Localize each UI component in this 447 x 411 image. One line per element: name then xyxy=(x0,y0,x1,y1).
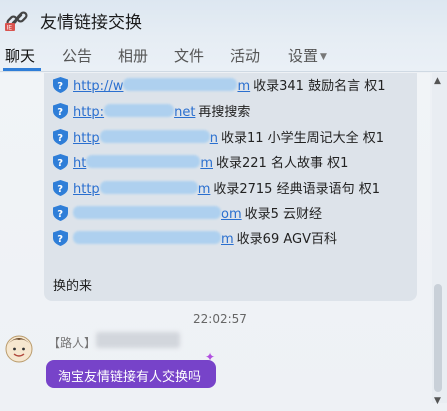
svg-text:?: ? xyxy=(57,107,63,118)
chevron-down-icon: ▼ xyxy=(320,52,327,62)
link-desc: 收录2715 经典语录语句 权1 xyxy=(213,182,380,197)
link-url[interactable]: http n xyxy=(73,130,218,146)
tab-activity[interactable]: 活动 xyxy=(230,45,260,66)
svg-text:?: ? xyxy=(57,234,63,245)
svg-text:?: ? xyxy=(57,158,63,169)
shield-question-icon: ? xyxy=(53,205,68,221)
link-row: ? om 收录5 云财经 xyxy=(53,203,322,223)
shield-question-icon: ? xyxy=(53,230,68,246)
timestamp: 22:02:57 xyxy=(193,312,247,326)
svg-text:?: ? xyxy=(57,81,63,92)
message-text: 淘宝友情链接有人交换吗 xyxy=(58,370,202,385)
link-url[interactable]: om xyxy=(73,206,242,222)
link-url[interactable]: ht m xyxy=(73,155,213,171)
shield-question-icon: ? xyxy=(53,129,68,145)
scrollbar-thumb[interactable] xyxy=(434,284,442,392)
tab-album[interactable]: 相册 xyxy=(118,45,148,66)
link-row: ? http n 收录11 小学生周记大全 权1 xyxy=(53,127,384,147)
tab-announcement[interactable]: 公告 xyxy=(62,45,92,66)
active-tab-indicator xyxy=(3,68,41,71)
link-url[interactable]: m xyxy=(73,231,234,247)
sender-name xyxy=(96,332,180,348)
tab-chat[interactable]: 聊天 xyxy=(5,45,35,66)
message-bubble: 淘宝友情链接有人交换吗 xyxy=(46,360,216,388)
scroll-up-arrow-icon[interactable]: ▲ xyxy=(434,76,441,86)
svg-text:?: ? xyxy=(57,184,63,195)
tab-bar: 聊天 公告 相册 文件 活动 设置 ▼ xyxy=(0,38,447,72)
svg-text:?: ? xyxy=(57,209,63,220)
link-url[interactable]: http: net xyxy=(73,104,195,120)
tab-settings[interactable]: 设置 ▼ xyxy=(288,45,327,66)
link-desc: 收录69 AGV百科 xyxy=(236,232,337,247)
group-link-icon: IE xyxy=(5,11,28,32)
link-row: ? http m 收录2715 经典语录语句 权1 xyxy=(53,178,380,198)
shield-question-icon: ? xyxy=(53,180,68,196)
link-row: ? http: net 再搜搜索 xyxy=(53,101,250,121)
title-bar: IE 友情链接交换 xyxy=(0,0,447,38)
link-row: ? http://w m 收录341 鼓励名言 权1 xyxy=(53,75,386,95)
link-desc: 收录221 名人故事 权1 xyxy=(216,156,349,171)
sender-role-tag: 【路人】 xyxy=(48,336,97,350)
link-row: ? ht m 收录221 名人故事 权1 xyxy=(53,152,348,172)
svg-text:?: ? xyxy=(57,133,63,144)
group-title: 友情链接交换 xyxy=(40,13,142,33)
link-desc: 收录341 鼓励名言 权1 xyxy=(253,79,386,94)
link-row: ? m 收录69 AGV百科 xyxy=(53,228,337,248)
tab-settings-label: 设置 xyxy=(288,47,319,65)
scroll-down-arrow-icon[interactable]: ▼ xyxy=(434,396,441,406)
tab-files[interactable]: 文件 xyxy=(174,45,204,66)
shield-question-icon: ? xyxy=(53,103,68,119)
link-desc: 收录11 小学生周记大全 权1 xyxy=(220,131,385,146)
svg-text:IE: IE xyxy=(7,25,13,32)
avatar[interactable] xyxy=(4,332,34,364)
link-url[interactable]: http m xyxy=(73,181,210,197)
shield-question-icon: ? xyxy=(53,154,68,170)
message-footer-text: 换的来 xyxy=(53,279,93,294)
link-desc: 收录5 云财经 xyxy=(244,207,323,222)
link-url[interactable]: http://w m xyxy=(73,78,250,94)
link-desc: 再搜搜索 xyxy=(198,105,251,120)
shield-question-icon: ? xyxy=(53,77,68,93)
sparkle-icon: ✦ xyxy=(205,350,216,364)
